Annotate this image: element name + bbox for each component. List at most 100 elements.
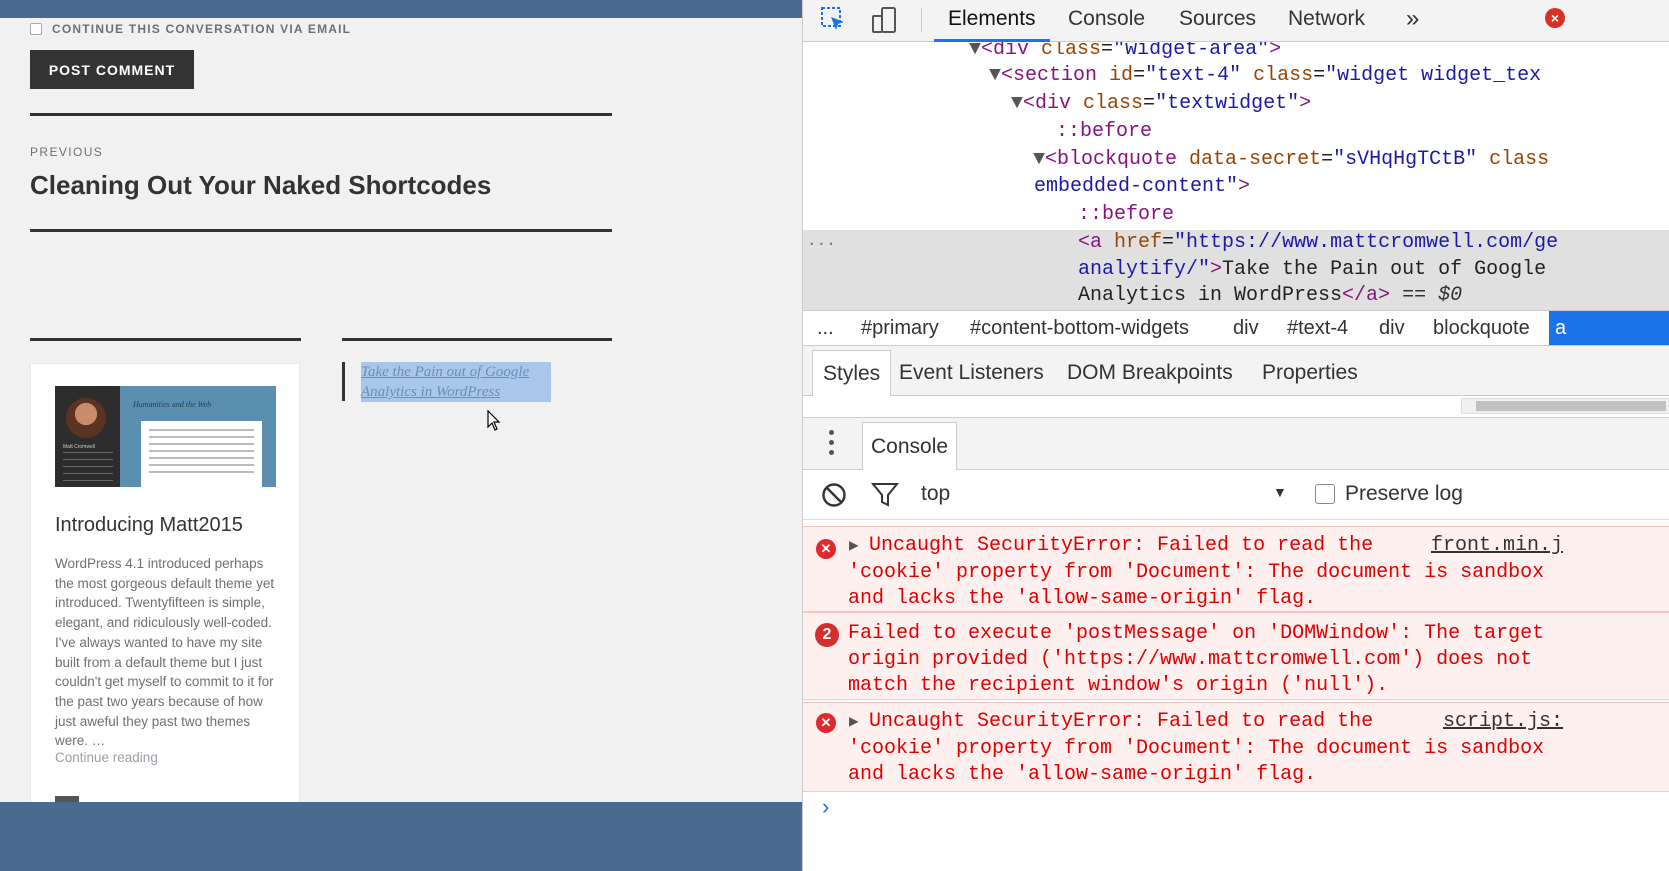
thumb-menu [63,452,113,487]
dom-node-before[interactable]: ::before [1056,118,1152,145]
widget-divider [342,338,612,341]
context-selector[interactable]: top [921,482,950,506]
styles-filter-strip [803,396,1669,418]
dom-node-section[interactable]: ▼<section id="text-4" class="widget widg… [989,62,1541,89]
embedded-link-line: Analytics in WordPress [361,384,501,400]
breadcrumb-item[interactable]: #content-bottom-widgets [970,317,1189,340]
tab-elements[interactable]: Elements [934,0,1050,42]
continue-reading-link[interactable]: Continue reading [55,750,158,765]
breadcrumb-item[interactable]: blockquote [1433,317,1530,340]
divider [30,229,612,232]
post-comment-button[interactable]: POST COMMENT [30,50,194,89]
breadcrumb-item[interactable]: div [1379,317,1405,340]
preserve-log-label: Preserve log [1345,482,1463,505]
thumb-site-title: Humanities and the Web [133,400,212,409]
previous-post-label: PREVIOUS [30,145,104,159]
error-text-line: Failed to execute 'postMessage' on 'DOMW… [848,622,1545,645]
devtools-tab-bar: Elements Console Sources Network » × [803,0,1669,42]
elements-subtab-bar: Styles Event Listeners DOM Breakpoints P… [803,346,1669,396]
dom-node-before[interactable]: ::before [1078,201,1174,228]
console-error-message[interactable]: ✕ ▶ Uncaught SecurityError: Failed to re… [803,702,1669,792]
thumb-author-name: Matt Cromwell [63,444,95,450]
embedded-link-line: Take the Pain out of Google [361,364,530,380]
dom-node-textwidget[interactable]: ▼<div class="textwidget"> [1011,90,1311,117]
error-text-line: Uncaught SecurityError: Failed to read t… [869,534,1374,557]
tab-sources[interactable]: Sources [1165,0,1270,42]
error-text-line: and lacks the 'allow-same-origin' flag. [848,763,1317,786]
dom-tree: ▼<div class="widget-area"> ▼<section id=… [803,42,1669,310]
mouse-cursor-icon [487,410,501,431]
console-error-message[interactable]: ✕ ▶ Uncaught SecurityError: Failed to re… [803,526,1669,612]
error-text-line: match the recipient window's origin ('nu… [848,674,1389,697]
node-options-icon[interactable]: ... [807,228,836,255]
dom-node-anchor-text: Analytics in WordPress</a> == $0 [1078,284,1463,307]
email-follow-option[interactable]: CONTINUE THIS CONVERSATION VIA EMAIL [30,22,351,36]
repeat-count-badge: 2 [815,623,839,647]
error-count-close-icon[interactable]: × [1545,8,1565,28]
widget-divider [30,338,301,341]
horizontal-scrollbar[interactable] [1461,398,1669,414]
email-follow-checkbox[interactable] [30,23,42,35]
thumb-text-block [141,421,262,487]
tab-event-listeners[interactable]: Event Listeners [889,350,1054,396]
drawer-menu-icon[interactable] [829,430,835,460]
console-drawer-header: Console [803,418,1669,470]
dom-node-blockquote-cont: embedded-content"> [1034,175,1251,198]
console-toolbar: top ▼ Preserve log [803,470,1669,520]
dom-node-anchor-selected[interactable]: <a href="https://www.mattcromwell.com/ge [1078,229,1558,256]
avatar [66,398,106,438]
tab-properties[interactable]: Properties [1252,350,1368,396]
post-card-excerpt: WordPress 4.1 introduced perhaps the mos… [55,556,275,749]
error-icon: ✕ [816,713,836,733]
email-follow-label: CONTINUE THIS CONVERSATION VIA EMAIL [52,22,352,36]
more-tabs-icon[interactable]: » [1392,0,1433,42]
breadcrumb-item[interactable]: #text-4 [1287,317,1348,340]
preserve-log-checkbox[interactable] [1315,484,1335,504]
error-text-line: 'cookie' property from 'Document': The d… [848,737,1545,760]
error-source-link[interactable]: script.js: [1443,709,1563,736]
breadcrumb: ... #primary #content-bottom-widgets div… [803,310,1669,346]
error-icon: ✕ [816,539,836,559]
drawer-tab-console[interactable]: Console [862,422,958,470]
error-source-link[interactable]: front.min.j [1431,533,1563,560]
breadcrumb-item[interactable]: div [1233,317,1259,340]
error-text-line: origin provided ('https://www.mattcromwe… [848,648,1533,671]
page-bottom-bar [0,802,802,871]
tab-dom-breakpoints[interactable]: DOM Breakpoints [1057,350,1243,396]
screen: CONTINUE THIS CONVERSATION VIA EMAIL POS… [0,0,1669,871]
expand-triangle-icon[interactable]: ▶ [849,533,859,560]
chevron-down-icon[interactable]: ▼ [1273,484,1287,500]
clear-console-icon[interactable] [821,482,847,508]
tab-console[interactable]: Console [1054,0,1159,42]
breadcrumb-item[interactable]: #primary [861,317,939,340]
browser-page: CONTINUE THIS CONVERSATION VIA EMAIL POS… [0,0,802,871]
tab-network[interactable]: Network [1274,0,1379,42]
console-error-message[interactable]: 2 Failed to execute 'postMessage' on 'DO… [803,612,1669,700]
console-messages: ✕ ▶ Uncaught SecurityError: Failed to re… [803,520,1669,800]
breadcrumb-selected[interactable]: a [1549,311,1669,345]
dom-node-widget-area[interactable]: ▼<div class="widget-area"> [969,42,1281,63]
embedded-post-link[interactable]: Take the Pain out of Google Analytics in… [361,362,551,402]
page-content: CONTINUE THIS CONVERSATION VIA EMAIL POS… [0,18,802,802]
devtools-panel: Elements Console Sources Network » × ▼<d… [802,0,1669,871]
breadcrumb-more[interactable]: ... [817,317,834,340]
previous-post-link[interactable]: Cleaning Out Your Naked Shortcodes [30,170,491,201]
inspect-element-icon[interactable] [817,4,851,36]
embedded-blockquote: Take the Pain out of Google Analytics in… [342,362,551,402]
error-text-line: 'cookie' property from 'Document': The d… [848,561,1545,584]
expand-triangle-icon[interactable]: ▶ [849,709,859,736]
error-text-line: Uncaught SecurityError: Failed to read t… [869,710,1374,733]
divider [30,113,612,116]
preserve-log-option[interactable]: Preserve log [1315,482,1463,506]
thumb-sidebar: Matt Cromwell [55,386,120,487]
post-card: Matt Cromwell Humanities and the Web Int… [30,363,300,802]
device-toolbar-icon[interactable] [867,4,901,36]
tab-styles[interactable]: Styles [812,350,892,396]
error-text-line: and lacks the 'allow-same-origin' flag. [848,587,1317,610]
dom-node-blockquote[interactable]: ▼<blockquote data-secret="sVHqHgTCtB" cl… [1033,146,1549,173]
post-card-title[interactable]: Introducing Matt2015 [55,514,243,537]
scrollbar-thumb[interactable] [1476,401,1666,411]
console-input-area[interactable] [803,818,1669,871]
filter-icon[interactable] [871,482,899,508]
post-thumbnail[interactable]: Matt Cromwell Humanities and the Web [55,386,276,487]
